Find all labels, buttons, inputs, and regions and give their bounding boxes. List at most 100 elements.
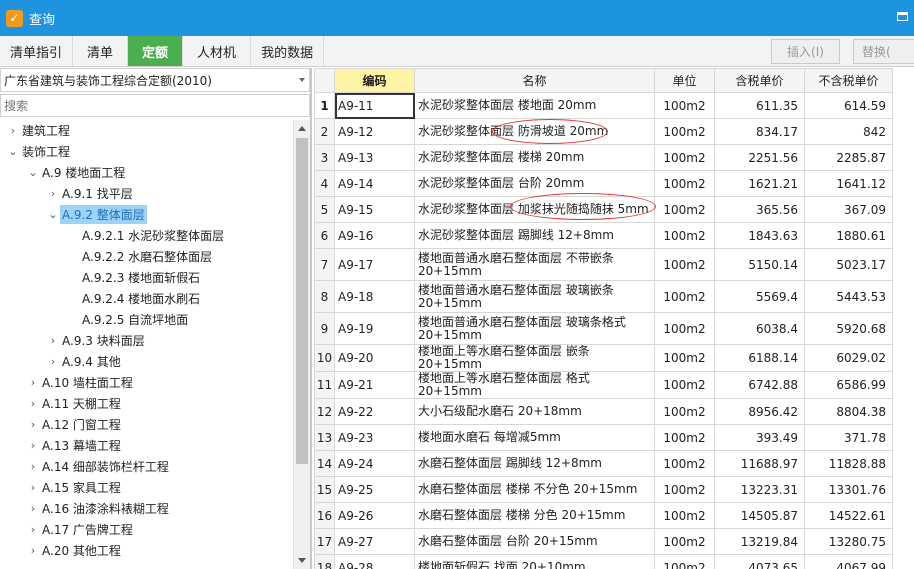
- unit-cell[interactable]: 100m2: [654, 280, 715, 313]
- price-without-tax-cell[interactable]: 2285.87: [804, 144, 893, 171]
- price-with-tax-cell[interactable]: 393.49: [714, 424, 805, 451]
- name-cell[interactable]: 水磨石整体面层 楼梯 不分色 20+15mm: [414, 476, 655, 503]
- price-without-tax-cell[interactable]: 8804.38: [804, 398, 893, 425]
- header-unit[interactable]: 单位: [654, 68, 715, 93]
- code-cell[interactable]: A9-12: [334, 118, 415, 145]
- tree-node[interactable]: ⌄ 装饰工程: [6, 141, 72, 162]
- unit-cell[interactable]: 100m2: [654, 92, 715, 119]
- code-cell[interactable]: A9-11: [334, 92, 415, 119]
- tree-node[interactable]: › 建筑工程: [6, 120, 72, 141]
- price-with-tax-cell[interactable]: 8956.42: [714, 398, 805, 425]
- library-select[interactable]: 广东省建筑与装饰工程综合定额(2010): [0, 68, 310, 92]
- price-with-tax-cell[interactable]: 611.35: [714, 92, 805, 119]
- code-cell[interactable]: A9-25: [334, 476, 415, 503]
- unit-cell[interactable]: 100m2: [654, 554, 715, 569]
- tab-labor-material-machine[interactable]: 人材机: [183, 36, 252, 66]
- table-row[interactable]: 17 A9-27 水磨石整体面层 台阶 20+15mm 100m2 13219.84 13…: [314, 528, 893, 555]
- unit-cell[interactable]: 100m2: [654, 248, 715, 281]
- code-cell[interactable]: A9-17: [334, 248, 415, 281]
- chevron-right-icon[interactable]: ›: [26, 418, 40, 431]
- unit-cell[interactable]: 100m2: [654, 312, 715, 345]
- code-cell[interactable]: A9-22: [334, 398, 415, 425]
- table-row[interactable]: 11 A9-21 楼地面上等水磨石整体面层 格式 20+15mm 100m2 6742.…: [314, 371, 893, 399]
- unit-cell[interactable]: 100m2: [654, 528, 715, 555]
- tree-node[interactable]: › A.15 家具工程: [26, 477, 123, 498]
- price-with-tax-cell[interactable]: 13219.84: [714, 528, 805, 555]
- price-without-tax-cell[interactable]: 11828.88: [804, 450, 893, 477]
- code-cell[interactable]: A9-26: [334, 502, 415, 529]
- table-row[interactable]: 3 A9-13 水泥砂浆整体面层 楼梯 20mm 100m2 2251.56 2285.8…: [314, 144, 893, 171]
- tab-quota[interactable]: 定额: [128, 36, 184, 66]
- name-cell[interactable]: 水磨石整体面层 台阶 20+15mm: [414, 528, 655, 555]
- price-without-tax-cell[interactable]: 842: [804, 118, 893, 145]
- name-cell[interactable]: 水泥砂浆整体面层 楼地面 20mm: [414, 92, 655, 119]
- table-row[interactable]: 2 A9-12 水泥砂浆整体面层 防滑坡道 20mm 100m2 834.17 842: [314, 118, 893, 145]
- chevron-right-icon[interactable]: ›: [26, 376, 40, 389]
- unit-cell[interactable]: 100m2: [654, 170, 715, 197]
- name-cell[interactable]: 楼地面普通水磨石整体面层 玻璃条格式 20+15mm: [414, 312, 655, 345]
- tab-my-data[interactable]: 我的数据: [251, 36, 325, 66]
- header-price-with-tax[interactable]: 含税单价: [714, 68, 805, 93]
- price-with-tax-cell[interactable]: 11688.97: [714, 450, 805, 477]
- name-cell[interactable]: 楼地面普通水磨石整体面层 不带嵌条 20+15mm: [414, 248, 655, 281]
- price-without-tax-cell[interactable]: 5443.53: [804, 280, 893, 313]
- price-with-tax-cell[interactable]: 365.56: [714, 196, 805, 223]
- price-without-tax-cell[interactable]: 5023.17: [804, 248, 893, 281]
- search-input[interactable]: [0, 94, 310, 117]
- maximize-icon[interactable]: [897, 12, 908, 21]
- table-row[interactable]: 18 A9-28 楼地面斩假石 找面 20+10mm 100m2 4073.65 4067…: [314, 554, 893, 569]
- tree-node[interactable]: A.9.2.4 楼地面水刷石: [66, 288, 202, 309]
- chevron-right-icon[interactable]: ›: [26, 544, 40, 557]
- table-row[interactable]: 6 A9-16 水泥砂浆整体面层 踢脚线 12+8mm 100m2 1843.63 188…: [314, 222, 893, 249]
- tab-bill-guide[interactable]: 清单指引: [0, 36, 74, 66]
- chevron-right-icon[interactable]: ›: [26, 397, 40, 410]
- chevron-down-icon[interactable]: [299, 78, 305, 82]
- code-cell[interactable]: A9-14: [334, 170, 415, 197]
- tree-node[interactable]: › A.13 幕墙工程: [26, 435, 123, 456]
- unit-cell[interactable]: 100m2: [654, 476, 715, 503]
- chevron-right-icon[interactable]: ›: [46, 355, 60, 368]
- price-with-tax-cell[interactable]: 1843.63: [714, 222, 805, 249]
- tree-node[interactable]: A.9.2.2 水磨石整体面层: [66, 246, 214, 267]
- price-with-tax-cell[interactable]: 2251.56: [714, 144, 805, 171]
- name-cell[interactable]: 水磨石整体面层 踢脚线 12+8mm: [414, 450, 655, 477]
- tree-node[interactable]: › A.9.4 其他: [46, 351, 123, 372]
- scroll-thumb[interactable]: [296, 138, 308, 464]
- code-cell[interactable]: A9-18: [334, 280, 415, 313]
- scroll-up-icon[interactable]: [298, 126, 306, 131]
- table-row[interactable]: 4 A9-14 水泥砂浆整体面层 台阶 20mm 100m2 1621.21 1641.1…: [314, 170, 893, 197]
- price-with-tax-cell[interactable]: 6038.4: [714, 312, 805, 345]
- tree-node[interactable]: › A.9.3 块料面层: [46, 330, 147, 351]
- price-with-tax-cell[interactable]: 14505.87: [714, 502, 805, 529]
- chevron-down-icon[interactable]: ⌄: [46, 208, 60, 221]
- table-row[interactable]: 5 A9-15 水泥砂浆整体面层 加浆抹光随捣随抹 5mm 100m2 365.56 36…: [314, 196, 893, 223]
- price-with-tax-cell[interactable]: 4073.65: [714, 554, 805, 569]
- tree-scrollbar[interactable]: [293, 120, 310, 569]
- price-with-tax-cell[interactable]: 5150.14: [714, 248, 805, 281]
- replace-button[interactable]: 替换(: [853, 39, 914, 64]
- chevron-right-icon[interactable]: ›: [26, 502, 40, 515]
- unit-cell[interactable]: 100m2: [654, 424, 715, 451]
- chevron-right-icon[interactable]: ›: [46, 187, 60, 200]
- tree-node[interactable]: A.9.2.5 自流坪地面: [66, 309, 190, 330]
- unit-cell[interactable]: 100m2: [654, 371, 715, 399]
- price-without-tax-cell[interactable]: 1880.61: [804, 222, 893, 249]
- price-without-tax-cell[interactable]: 614.59: [804, 92, 893, 119]
- name-cell[interactable]: 楼地面水磨石 每增减5mm: [414, 424, 655, 451]
- price-with-tax-cell[interactable]: 834.17: [714, 118, 805, 145]
- price-with-tax-cell[interactable]: 6188.14: [714, 344, 805, 372]
- unit-cell[interactable]: 100m2: [654, 196, 715, 223]
- name-cell[interactable]: 楼地面上等水磨石整体面层 格式 20+15mm: [414, 371, 655, 399]
- insert-button[interactable]: 插入(I): [771, 39, 840, 64]
- unit-cell[interactable]: 100m2: [654, 502, 715, 529]
- table-row[interactable]: 8 A9-18 楼地面普通水磨石整体面层 玻璃嵌条 20+15mm 100m2 5569…: [314, 280, 893, 313]
- chevron-right-icon[interactable]: ›: [26, 481, 40, 494]
- tree-node[interactable]: › A.14 细部装饰栏杆工程: [26, 456, 171, 477]
- table-row[interactable]: 15 A9-25 水磨石整体面层 楼梯 不分色 20+15mm 100m2 13223.…: [314, 476, 893, 503]
- price-without-tax-cell[interactable]: 1641.12: [804, 170, 893, 197]
- name-cell[interactable]: 水泥砂浆整体面层 防滑坡道 20mm: [414, 118, 655, 145]
- table-row[interactable]: 16 A9-26 水磨石整体面层 楼梯 分色 20+15mm 100m2 14505.8…: [314, 502, 893, 529]
- tree-node[interactable]: ⌄ A.9 楼地面工程: [26, 162, 127, 183]
- chevron-right-icon[interactable]: ›: [26, 460, 40, 473]
- table-row[interactable]: 7 A9-17 楼地面普通水磨石整体面层 不带嵌条 20+15mm 100m2 5150…: [314, 248, 893, 281]
